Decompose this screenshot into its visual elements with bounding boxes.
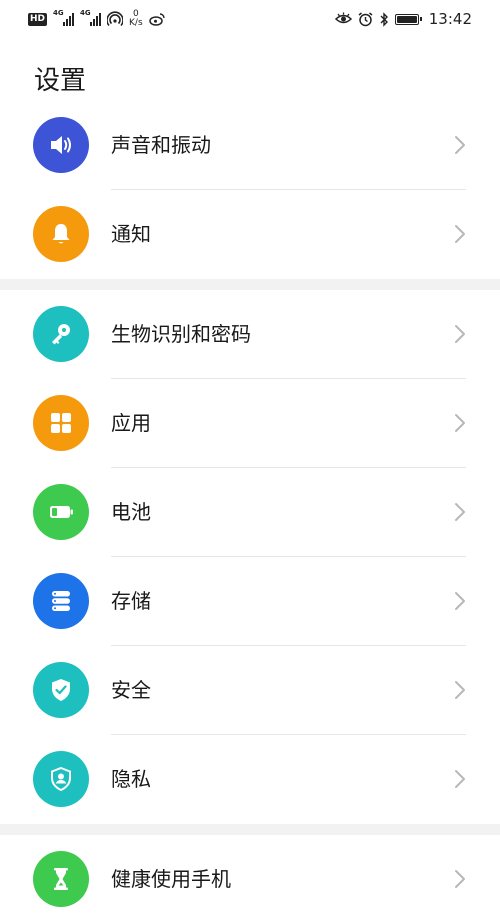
- storage-icon: [33, 573, 89, 629]
- key-icon: [33, 306, 89, 362]
- settings-item-label: 声音和振动: [111, 133, 211, 157]
- chevron-right-icon: [455, 681, 465, 699]
- settings-item-label: 电池: [111, 500, 151, 524]
- status-right: 13:42: [334, 8, 472, 30]
- settings-item-label: 健康使用手机: [111, 867, 231, 891]
- weibo-icon: [148, 13, 165, 26]
- alarm-icon: [358, 11, 373, 26]
- chevron-right-icon: [455, 136, 465, 154]
- settings-item-privacy[interactable]: 隐私: [0, 735, 500, 824]
- settings-group-3: 健康使用手机: [0, 835, 500, 924]
- settings-item-digital-balance[interactable]: 健康使用手机: [0, 835, 500, 924]
- sim2-signal-icon: 4G: [80, 9, 102, 26]
- page-title: 设置: [34, 66, 87, 96]
- status-left: HD 4G 4G 0 K/s: [28, 8, 165, 30]
- settings-group-2: 生物识别和密码 应用 电池 存储 安全 隐私: [0, 290, 500, 824]
- settings-item-sound[interactable]: 声音和振动: [0, 101, 500, 190]
- battery-status-icon: [394, 13, 422, 25]
- network-speed: 0 K/s: [129, 10, 143, 28]
- sim2-network-label: 4G: [80, 9, 91, 17]
- sim1-signal-icon: 4G: [53, 9, 75, 26]
- settings-item-apps[interactable]: 应用: [0, 379, 500, 468]
- settings-item-label: 隐私: [111, 767, 151, 791]
- network-speed-unit: K/s: [129, 18, 143, 28]
- settings-item-notification[interactable]: 通知: [0, 190, 500, 279]
- privacy-shield-icon: [33, 751, 89, 807]
- chevron-right-icon: [455, 870, 465, 888]
- chevron-right-icon: [455, 503, 465, 521]
- settings-item-battery[interactable]: 电池: [0, 468, 500, 557]
- settings-item-label: 应用: [111, 411, 151, 435]
- chevron-right-icon: [455, 592, 465, 610]
- settings-item-label: 存储: [111, 589, 151, 613]
- sim1-network-label: 4G: [53, 9, 64, 17]
- chevron-right-icon: [455, 414, 465, 432]
- battery-icon: [33, 484, 89, 540]
- settings-item-label: 通知: [111, 222, 151, 246]
- status-bar: HD 4G 4G 0 K/s 13:42: [0, 0, 500, 38]
- chevron-right-icon: [455, 225, 465, 243]
- settings-item-biometrics[interactable]: 生物识别和密码: [0, 290, 500, 379]
- clock-time: 13:42: [428, 10, 472, 28]
- hd-voice-icon: HD: [28, 12, 48, 26]
- hotspot-icon: [107, 11, 124, 27]
- hourglass-icon: [33, 851, 89, 907]
- bluetooth-icon: [380, 11, 388, 27]
- settings-item-label: 生物识别和密码: [111, 322, 251, 346]
- bell-icon: [33, 206, 89, 262]
- chevron-right-icon: [455, 770, 465, 788]
- eye-comfort-icon: [334, 12, 352, 24]
- apps-grid-icon: [33, 395, 89, 451]
- settings-item-security[interactable]: 安全: [0, 646, 500, 735]
- chevron-right-icon: [455, 325, 465, 343]
- settings-group-1: 声音和振动 通知: [0, 101, 500, 279]
- shield-check-icon: [33, 662, 89, 718]
- settings-item-label: 安全: [111, 678, 151, 702]
- speaker-icon: [33, 117, 89, 173]
- settings-item-storage[interactable]: 存储: [0, 557, 500, 646]
